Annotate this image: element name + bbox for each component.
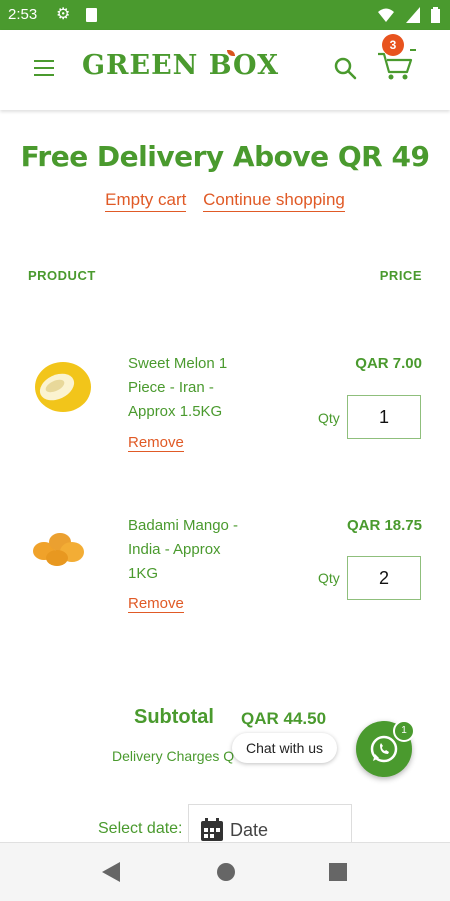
date-placeholder: Date [230,820,269,840]
signal-icon [406,7,420,23]
continue-shopping-link[interactable]: Continue shopping [203,190,345,212]
status-time: 2:53 [8,6,38,23]
product-column-header: PRODUCT [28,268,96,283]
menu-icon[interactable] [34,60,54,76]
system-navigation-bar [0,842,450,901]
calendar-icon [201,818,223,841]
subtotal-label: Subtotal [134,706,214,728]
home-icon[interactable] [216,862,236,882]
remove-item-button[interactable]: Remove [128,595,184,613]
recents-icon[interactable] [329,863,347,881]
quantity-input[interactable]: 1 [347,395,421,439]
select-date-label: Select date: [98,820,183,837]
cart-count-badge: 3 [382,34,404,56]
chat-with-us-label[interactable]: Chat with us [232,733,338,763]
melon-image [35,362,91,412]
price-column-header: PRICE [379,268,422,283]
chat-badge: 1 [393,720,415,742]
settings-icon: ⚙ [56,6,71,23]
remove-item-button[interactable]: Remove [128,434,184,452]
delivery-charges-label: Delivery Charges Q [112,748,235,764]
back-icon[interactable] [102,862,120,882]
empty-cart-link[interactable]: Empty cart [105,190,187,212]
app-header: GREEN BOX 3 [0,30,450,110]
subtotal-value: QAR 44.50 [241,709,327,728]
brand-logo[interactable]: GREEN BOX [82,50,279,81]
sd-card-icon [86,8,97,22]
battery-icon [431,7,440,23]
item-price: QAR 7.00 [355,355,422,372]
search-icon[interactable] [333,56,357,80]
cart-actions: Empty cart Continue shopping [0,190,450,212]
item-name[interactable]: Sweet Melon 1 Piece - Iran - Approx 1.5K… [128,352,258,424]
wifi-icon [378,8,394,22]
item-price: QAR 18.75 [346,517,422,534]
item-name[interactable]: Badami Mango - India - Approx 1KG [128,514,258,586]
quantity-input[interactable]: 2 [347,556,421,600]
status-bar: 2:53 ⚙ [0,0,450,30]
qty-label: Qty [318,410,340,426]
qty-label: Qty [318,570,340,586]
mango-image [33,533,84,566]
free-delivery-banner: Free Delivery Above QR 49 [20,140,430,173]
